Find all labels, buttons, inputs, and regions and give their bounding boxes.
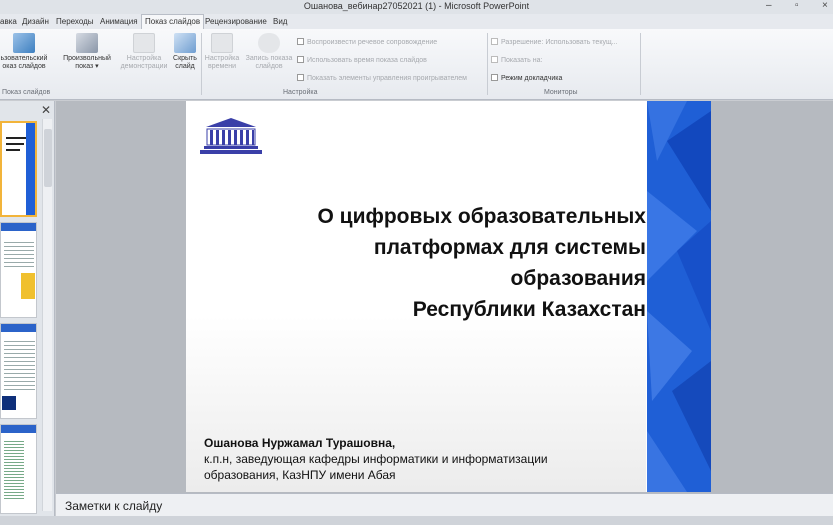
thumb-header (1, 324, 36, 332)
group-label-monitors: Мониторы (544, 89, 578, 96)
setup-icon (133, 33, 155, 53)
divider (640, 33, 641, 95)
record-icon (258, 33, 280, 53)
narration-checkbox[interactable]: Воспроизвести речевое сопровождение (297, 38, 437, 46)
ribbon: ьзовательский оказ слайдов Произвольный … (0, 29, 833, 100)
custom-show-button[interactable]: Произвольный показ ▾ (58, 33, 116, 71)
scrollbar-thumb[interactable] (44, 129, 52, 187)
checkbox-icon (297, 74, 304, 81)
thumb-text (6, 137, 28, 139)
author-position: к.п.н, заведующая кафедры информатики и … (204, 452, 548, 466)
button-label: Запись показа (245, 55, 293, 62)
button-label: оказ слайдов (2, 63, 46, 70)
title-line: О цифровых образовательных (317, 205, 646, 228)
tab-review[interactable]: Рецензирование (205, 17, 267, 26)
slide-decor-band (647, 101, 711, 492)
tab-slideshow[interactable]: Показ слайдов (141, 14, 205, 29)
checkbox-label: Использовать время показа слайдов (307, 57, 427, 64)
hide-slide-icon (174, 33, 196, 53)
band-pattern (647, 101, 711, 492)
author-affiliation: образования, КазНПУ имени Абая (204, 468, 396, 482)
ribbon-tabs: авка Дизайн Переходы Анимация Показ слай… (0, 14, 833, 29)
button-label: показ ▾ (75, 63, 99, 70)
use-timings-checkbox[interactable]: Использовать время показа слайдов (297, 56, 427, 64)
minimize-icon[interactable]: – (766, 0, 772, 11)
checkbox-icon (297, 38, 304, 45)
resolution-label: Разрешение: Использовать текущ... (501, 39, 618, 46)
author-name: Ошанова Нуржамал Турашовна, (204, 436, 396, 450)
hide-slide-button[interactable]: Скрыть слайд (170, 33, 200, 71)
group-label-slideshow: Показ слайдов (2, 89, 51, 96)
checkbox-icon (491, 74, 498, 81)
custom-show-icon (76, 33, 98, 53)
checkbox-label: Воспроизвести речевое сопровождение (307, 39, 438, 46)
thumb-text (6, 143, 24, 145)
thumb-image (21, 273, 35, 299)
slide-thumbnail[interactable] (0, 222, 37, 318)
title-bar: Ошанова_вебинар27052021 (1) - Microsoft … (0, 0, 833, 14)
resolution-dropdown[interactable]: Разрешение: Использовать текущ... (491, 38, 618, 46)
thumb-header (1, 223, 36, 231)
setup-slideshow-button[interactable]: Настройка демонстрации (118, 33, 170, 71)
slide-thumbnail[interactable] (0, 121, 37, 217)
slides-scrollbar[interactable] (42, 119, 52, 511)
close-icon[interactable]: ✕ (41, 103, 51, 117)
maximize-icon[interactable]: ▫ (795, 0, 799, 11)
group-label-setup: Настройка (283, 89, 318, 96)
button-label: Настройка (204, 55, 240, 62)
author-block[interactable]: Ошанова Нуржамал Турашовна, к.п.н, завед… (204, 435, 548, 483)
presenter-slideshow-button[interactable]: ьзовательский оказ слайдов (0, 33, 48, 71)
thumb-image (2, 396, 16, 410)
title-line: платформах для системы (373, 236, 646, 259)
show-on-dropdown[interactable]: Показать на: (491, 56, 542, 64)
title-line: Республики Казахстан (412, 298, 646, 321)
thumb-header (1, 425, 36, 433)
status-bar (0, 516, 833, 525)
close-icon[interactable]: × (822, 0, 828, 11)
slides-pane: ✕ (0, 101, 55, 516)
notes-placeholder: Заметки к слайду (65, 499, 163, 513)
thumb-text (4, 338, 35, 390)
show-controls-checkbox[interactable]: Показать элементы управления проигрывате… (297, 74, 467, 82)
show-on-label: Показать на: (501, 57, 543, 64)
thumb-table (4, 439, 24, 499)
tab-design[interactable]: Дизайн (22, 17, 49, 26)
slide-title[interactable]: О цифровых образовательных платформах дл… (226, 201, 646, 325)
slide-thumbnail[interactable] (0, 424, 37, 514)
logo-icon (200, 118, 262, 154)
divider (487, 33, 488, 95)
button-label: слайдов (255, 63, 283, 70)
window-title: Ошанова_вебинар27052021 (1) - Microsoft … (303, 1, 530, 11)
checkbox-label: Режим докладчика (501, 75, 563, 82)
button-label: Произвольный (63, 55, 111, 62)
checkbox-label: Показать элементы управления проигрывате… (307, 75, 467, 82)
timer-icon (211, 33, 233, 53)
button-label: Настройка (126, 55, 162, 62)
button-label: ьзовательский (0, 55, 48, 62)
tab-animation[interactable]: Анимация (100, 17, 138, 26)
slide-thumbnail[interactable] (0, 323, 37, 419)
current-slide[interactable]: О цифровых образовательных платформах дл… (186, 101, 711, 492)
monitor-icon (491, 56, 498, 63)
button-label: времени (208, 63, 236, 70)
thumb-band (26, 123, 35, 215)
presenter-view-checkbox[interactable]: Режим докладчика (491, 74, 562, 82)
rehearse-timings-button[interactable]: Настройка времени (202, 33, 242, 71)
thumb-text (4, 239, 34, 269)
button-label: демонстрации (120, 63, 168, 70)
tab-insert[interactable]: авка (0, 17, 17, 26)
button-label: Скрыть (173, 55, 197, 62)
projector-icon (13, 33, 35, 53)
checkbox-icon (297, 56, 304, 63)
monitor-icon (491, 38, 498, 45)
title-line: образования (510, 267, 646, 290)
tab-view[interactable]: Вид (273, 17, 287, 26)
record-slideshow-button[interactable]: Запись показа слайдов (243, 33, 295, 71)
thumb-text (6, 149, 20, 151)
notes-pane[interactable]: Заметки к слайду (56, 493, 833, 516)
tab-transitions[interactable]: Переходы (56, 17, 94, 26)
button-label: слайд (175, 63, 195, 70)
